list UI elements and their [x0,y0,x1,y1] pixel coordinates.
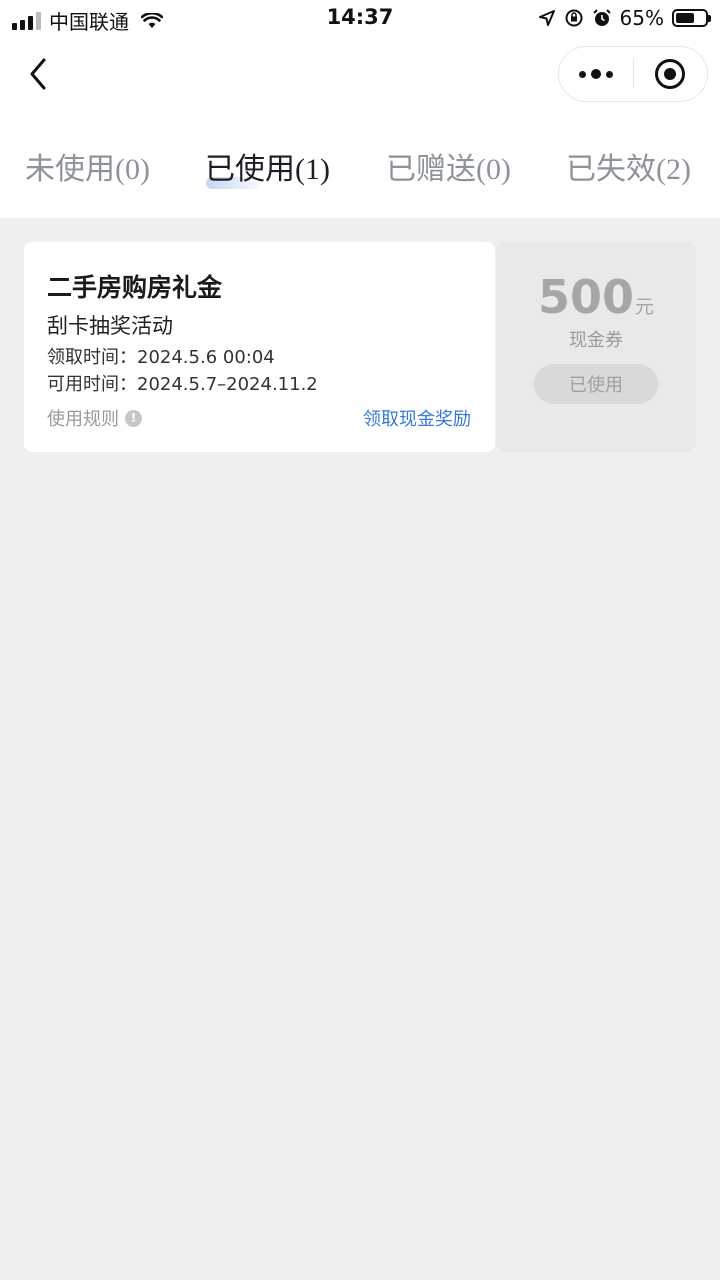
mini-program-capsule [558,46,708,102]
tab-label: 已失效 [566,152,656,187]
battery-percent: 65% [619,6,664,30]
orientation-lock-icon [565,9,583,27]
tab-label: 未使用 [25,152,115,187]
tab-expired[interactable]: 已失效(2) [566,144,691,188]
usage-rules-label: 使用规则 [47,409,119,430]
coupon-card[interactable]: 二手房购房礼金 刮卡抽奖活动 领取时间：2024.5.6 00:04 可用时间：… [24,242,696,452]
tab-unused[interactable]: 未使用(0) [25,144,150,188]
coupon-title: 二手房购房礼金 [47,273,223,302]
tab-label: 已赠送 [386,152,476,187]
tab-label: 已使用 [205,152,295,187]
claim-cash-reward-link[interactable]: 领取现金奖励 [363,405,471,431]
info-icon: ! [125,409,142,427]
received-time: 领取时间：2024.5.6 00:04 [47,347,275,368]
coupon-subtitle: 刮卡抽奖活动 [47,314,173,338]
valid-time: 可用时间：2024.5.7–2024.11.2 [47,374,318,395]
tab-gifted[interactable]: 已赠送(0) [386,144,511,188]
battery-icon [672,9,711,27]
coupon-type: 现金券 [569,330,623,351]
chevron-left-icon[interactable] [24,54,58,94]
amount-unit: 元 [635,296,655,318]
alarm-icon [592,9,611,26]
more-icon [578,69,613,79]
coupon-info: 二手房购房礼金 刮卡抽奖活动 领取时间：2024.5.6 00:04 可用时间：… [24,242,495,452]
close-button[interactable] [634,47,708,101]
status-bar: 中国联通 14:37 65% [0,0,720,38]
coupon-status-tabs: 未使用(0) 已使用(1) 已赠送(0) 已失效(2) [0,110,720,218]
tab-count: (0) [476,153,511,186]
tab-count: (2) [656,153,691,186]
tab-used[interactable]: 已使用(1) [205,144,330,188]
close-target-icon [655,59,686,89]
coupon-amount: 500元 [496,270,696,324]
usage-rules-link[interactable]: 使用规则 ! [47,405,142,431]
tab-count: (0) [115,153,150,186]
more-button[interactable] [559,47,633,101]
location-icon [538,10,555,26]
navigation-bar [0,38,720,110]
status-badge: 已使用 [534,364,658,404]
tab-count: (1) [295,153,330,186]
coupon-value-panel: 500元 现金券 已使用 [496,242,696,452]
amount-value: 500 [537,270,634,324]
